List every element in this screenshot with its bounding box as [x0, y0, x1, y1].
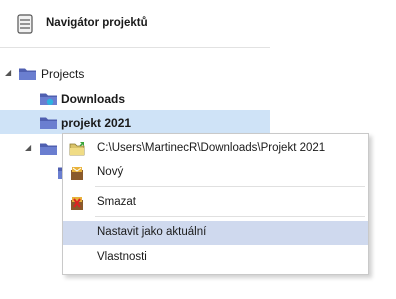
tree-item-projects[interactable]: ◢ Projects	[0, 61, 270, 85]
folder-icon	[19, 68, 36, 80]
open-folder-icon	[69, 142, 85, 156]
folder-icon	[40, 143, 57, 155]
tree-item-label: projekt 2021	[61, 116, 132, 130]
tree-item-label: Projects	[41, 67, 85, 81]
menu-item-label: Nastavit jako aktuální	[97, 226, 207, 238]
menu-item-label: Nový	[97, 166, 124, 178]
new-icon	[71, 167, 83, 180]
menu-item-new[interactable]: Nový	[63, 161, 368, 185]
menu-item-open-location[interactable]: C:\Users\MartinecR\Downloads\Projekt 202…	[63, 137, 368, 161]
menu-item-delete[interactable]: Smazat	[63, 191, 368, 215]
menu-item-set-current[interactable]: Nastavit jako aktuální	[63, 221, 368, 245]
expand-down-icon[interactable]: ◢	[25, 143, 31, 152]
panel-header: Navigátor projektů	[0, 0, 270, 48]
tree-item-projekt-2021[interactable]: projekt 2021	[0, 110, 270, 134]
delete-icon	[71, 197, 83, 210]
menu-separator	[95, 186, 365, 187]
project-navigator-icon	[17, 14, 33, 34]
folder-download-icon	[40, 93, 57, 105]
panel-title: Navigátor projektů	[46, 17, 148, 29]
menu-item-label: C:\Users\MartinecR\Downloads\Projekt 202…	[97, 142, 326, 154]
menu-separator	[95, 216, 365, 217]
menu-item-properties[interactable]: Vlastnosti	[63, 246, 368, 270]
tree-item-downloads[interactable]: Downloads	[0, 86, 270, 110]
menu-item-label: Smazat	[97, 196, 136, 208]
folder-icon	[40, 117, 57, 129]
expand-down-icon[interactable]: ◢	[5, 68, 11, 77]
tree-item-label: Downloads	[61, 92, 126, 106]
menu-item-label: Vlastnosti	[97, 251, 147, 263]
context-menu: C:\Users\MartinecR\Downloads\Projekt 202…	[62, 133, 369, 275]
